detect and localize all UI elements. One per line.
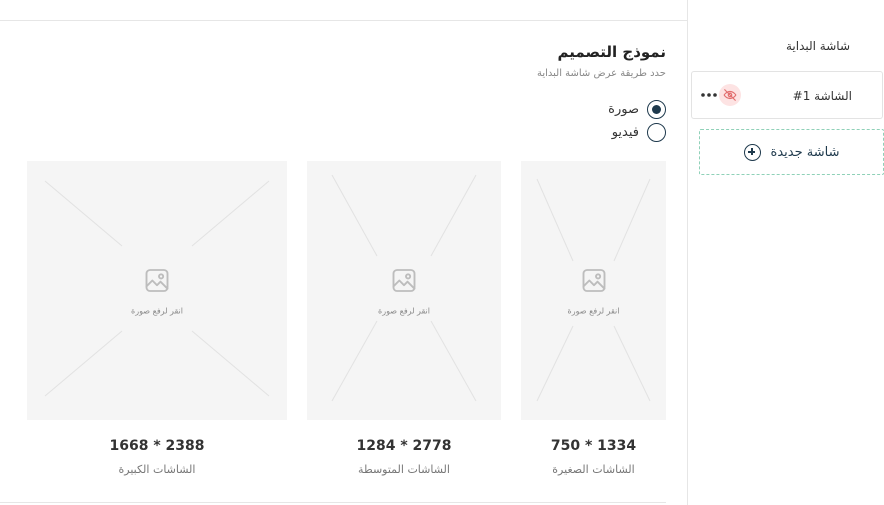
design-panel: نموذج التصميم حدد طريقة عرض شاشة البداية…	[0, 20, 688, 505]
caption-small: الشاشات الصغيرة	[552, 463, 635, 476]
image-icon	[580, 266, 608, 298]
caption-medium: الشاشات المتوسطة	[358, 463, 450, 476]
dimensions-small: 750 * 1334	[550, 438, 637, 454]
plus-circle-icon	[743, 143, 761, 161]
screen-item-1[interactable]: الشاشة 1#	[691, 71, 883, 119]
radio-image[interactable]	[647, 100, 666, 119]
option-video-label: فيديو	[611, 125, 639, 140]
upload-hint: انقر لرفع صورة	[378, 306, 430, 315]
more-horizontal-icon[interactable]	[698, 84, 720, 106]
new-screen-label: شاشة جديدة	[770, 144, 840, 160]
upload-large[interactable]: انقر لرفع صورة	[27, 161, 287, 420]
upload-hint: انقر لرفع صورة	[567, 306, 620, 315]
upload-medium[interactable]: انقر لرفع صورة	[307, 161, 501, 420]
panel-subtitle: حدد طريقة عرض شاشة البداية	[536, 68, 666, 79]
caption-large: الشاشات الكبيرة	[118, 463, 196, 476]
eye-off-icon[interactable]	[719, 84, 741, 106]
new-screen-button[interactable]: شاشة جديدة	[699, 129, 884, 175]
screens-sidebar: شاشة البداية الشاشة 1# شاشة جديدة	[687, 0, 884, 505]
dimensions-medium: 1284 * 2778	[356, 438, 452, 454]
option-image[interactable]: صورة	[608, 100, 666, 119]
sidebar-title: شاشة البداية	[785, 39, 850, 53]
dimensions-large: 1668 * 2388	[109, 438, 205, 454]
image-icon	[143, 266, 171, 298]
option-video[interactable]: فيديو	[612, 123, 666, 142]
divider	[0, 502, 666, 503]
screen-item-label: الشاشة 1#	[792, 89, 852, 103]
upload-small[interactable]: انقر لرفع صورة	[521, 161, 666, 420]
image-icon	[390, 266, 418, 298]
option-image-label: صورة	[608, 102, 639, 117]
panel-title: نموذج التصميم	[557, 43, 666, 61]
radio-video[interactable]	[647, 123, 666, 142]
upload-hint: انقر لرفع صورة	[131, 306, 183, 315]
